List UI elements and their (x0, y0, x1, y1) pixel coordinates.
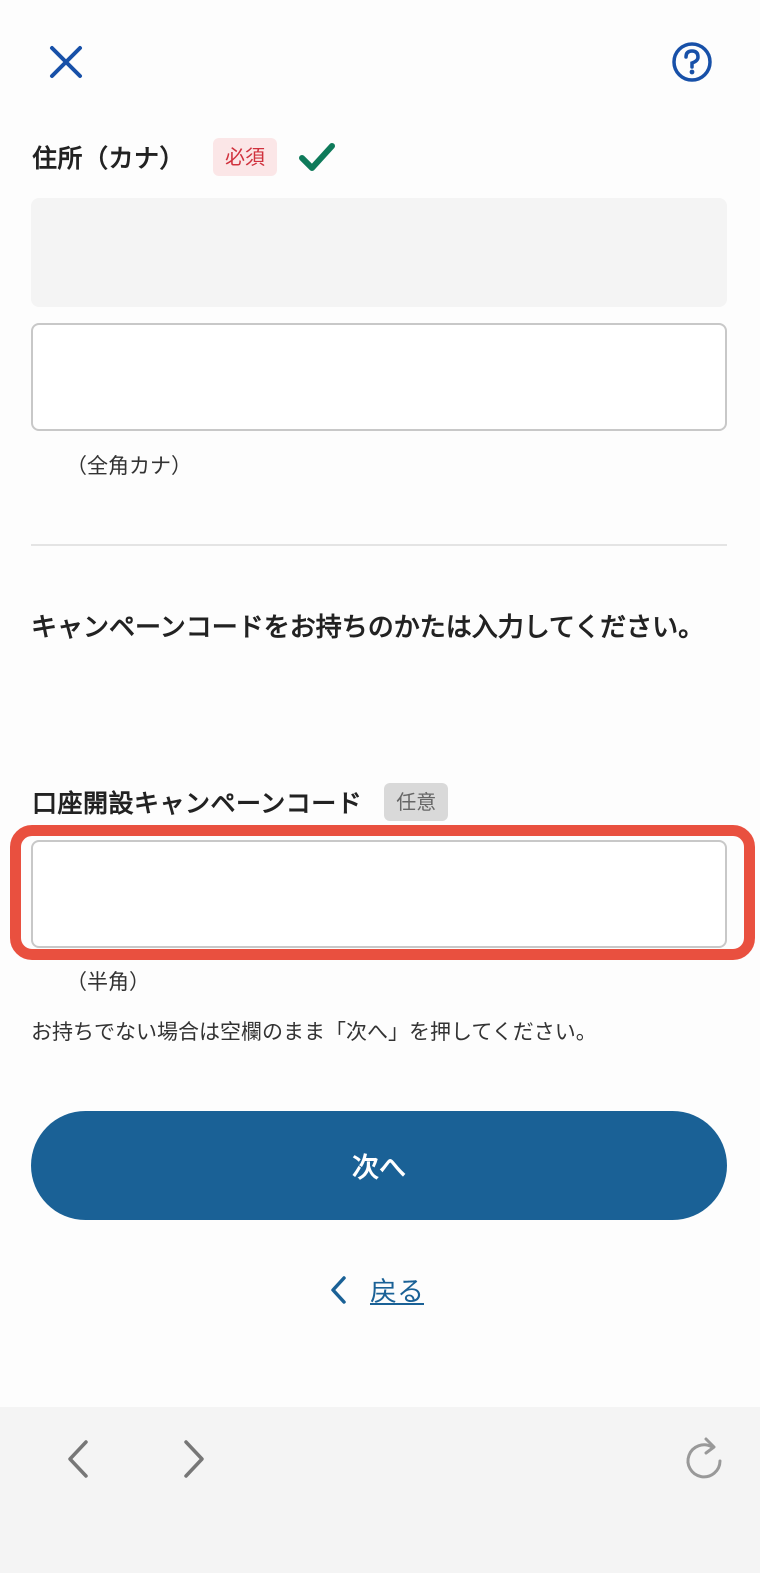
campaign-note: お持ちでない場合は空欄のまま「次へ」を押してください。 (31, 1020, 597, 1044)
address-kana-hint: （全角カナ） (66, 454, 192, 478)
required-badge: 必須 (213, 138, 278, 176)
browser-toolbar (0, 1407, 760, 1573)
back-link[interactable]: 戻る (328, 1270, 424, 1309)
browser-reload-button[interactable] (680, 1433, 728, 1483)
chevron-left-icon (68, 1440, 88, 1478)
browser-forward-button[interactable] (172, 1435, 216, 1483)
chevron-left-icon (331, 1275, 346, 1304)
browser-back-button[interactable] (56, 1435, 100, 1483)
address-kana-label-row: 住所（カナ） 必須 (32, 138, 336, 176)
campaign-code-label: 口座開設キャンペーンコード (32, 789, 363, 818)
campaign-code-hint: （半角） (66, 970, 150, 994)
check-icon (299, 142, 336, 172)
section-divider (31, 544, 727, 546)
address-kana-label: 住所（カナ） (32, 144, 186, 173)
campaign-intro-text: キャンペーンコードをお持ちのかたは入力してください。 (31, 613, 705, 643)
campaign-code-input[interactable] (31, 840, 727, 948)
address-kana-input[interactable] (31, 323, 727, 431)
back-link-label: 戻る (370, 1277, 424, 1308)
reload-icon (686, 1437, 722, 1479)
help-button[interactable] (668, 38, 716, 86)
close-button[interactable] (42, 38, 90, 86)
help-icon (672, 42, 712, 82)
chevron-right-icon (184, 1440, 204, 1478)
campaign-label-row: 口座開設キャンペーンコード 任意 (32, 783, 449, 821)
address-kana-readonly-field (31, 198, 727, 307)
optional-badge: 任意 (384, 783, 449, 821)
next-button[interactable]: 次へ (31, 1111, 727, 1220)
close-icon (50, 46, 82, 78)
